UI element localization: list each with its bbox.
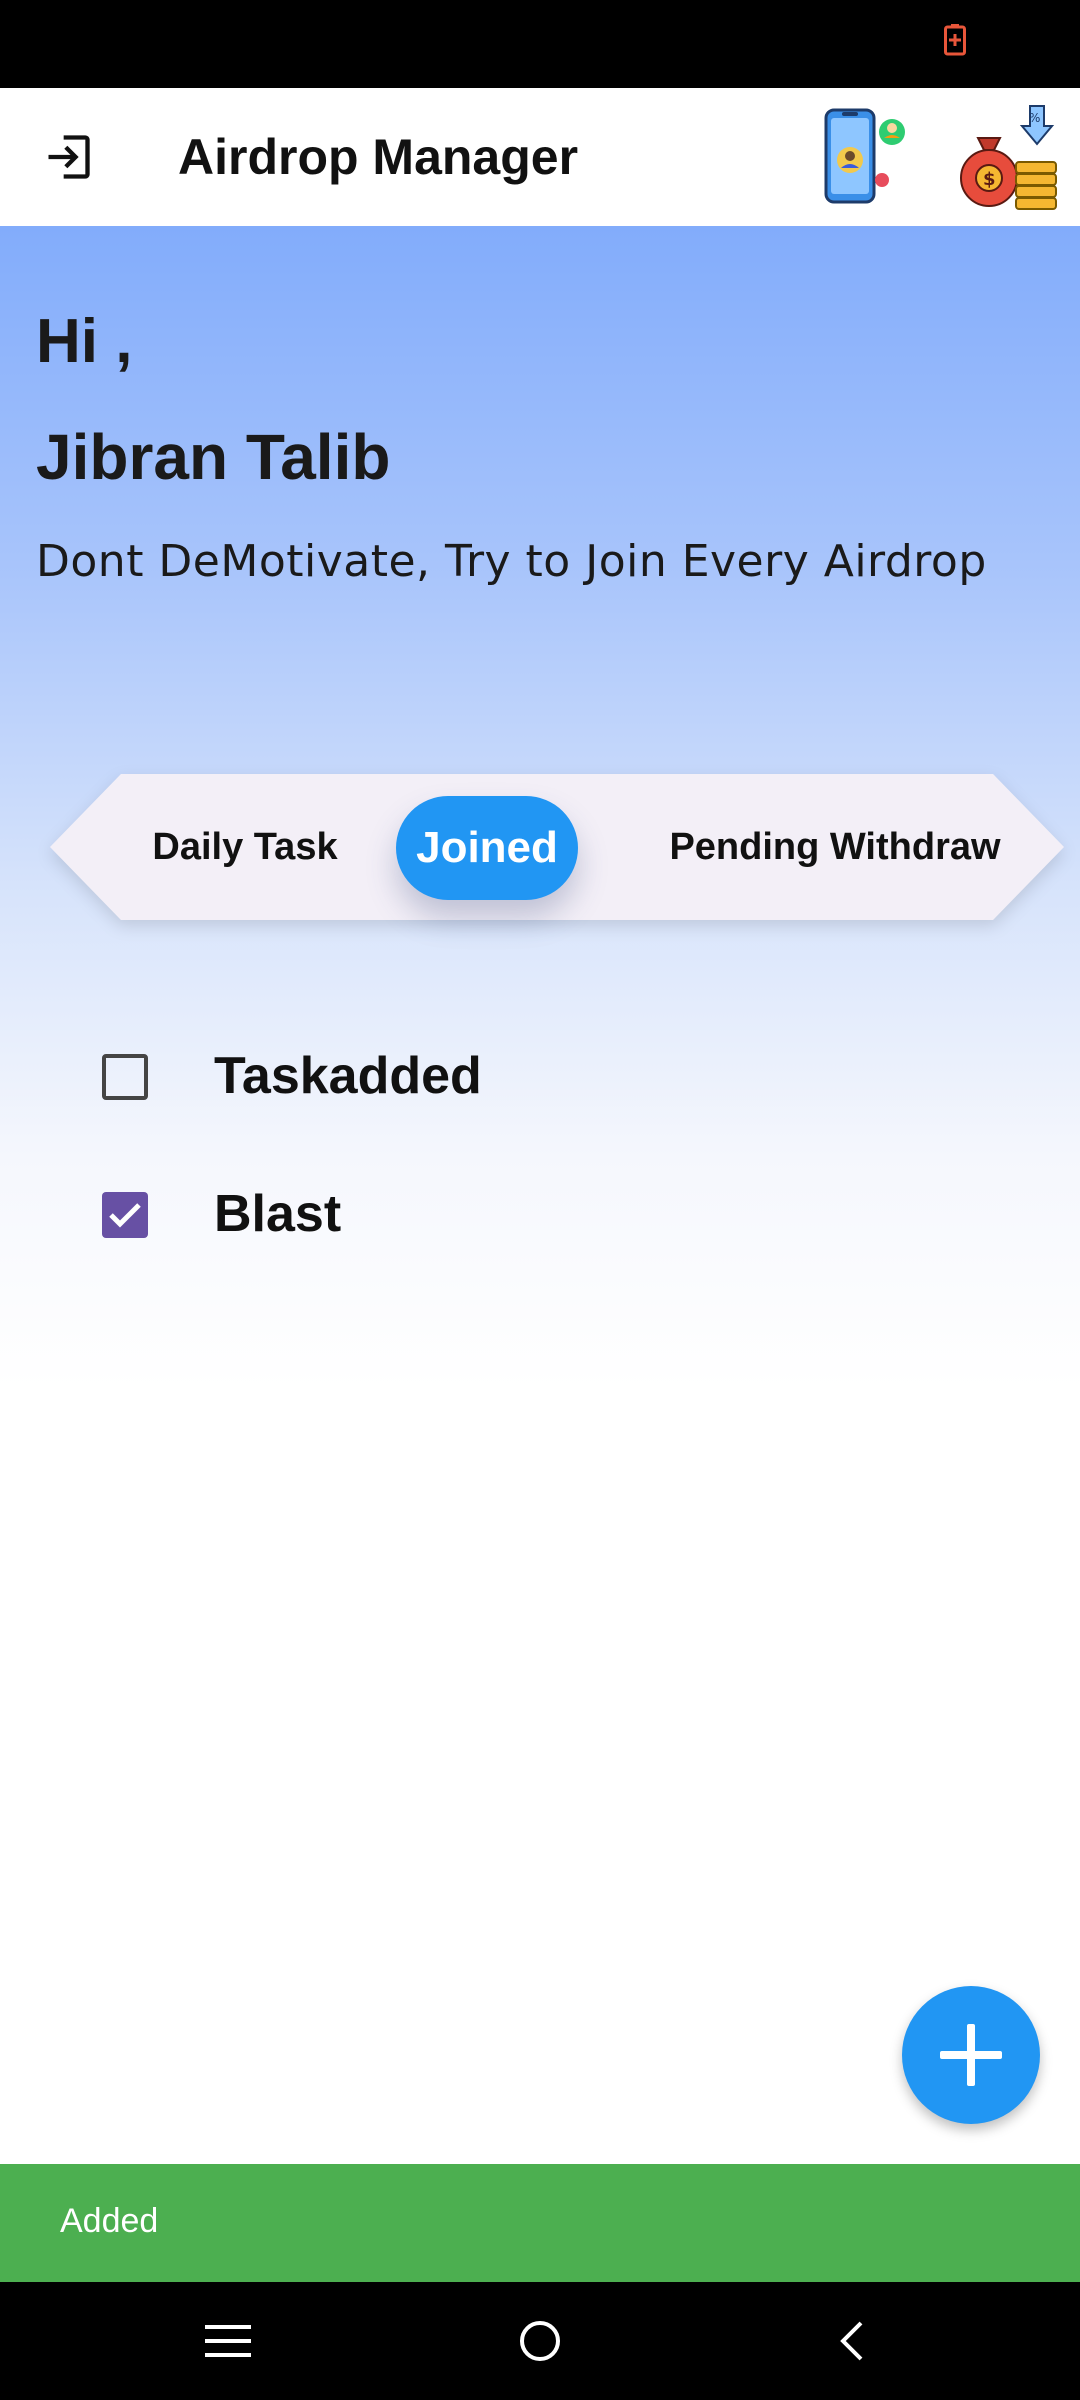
phone-user-button[interactable] [820, 106, 916, 206]
money-bag-button[interactable]: % $ [958, 104, 1062, 210]
menu-icon [205, 2325, 251, 2357]
task-checkbox-unchecked[interactable] [102, 1054, 148, 1100]
home-button[interactable] [500, 2306, 580, 2376]
task-label: Blast [214, 1185, 342, 1243]
tab-joined[interactable]: Joined [396, 796, 578, 900]
svg-text:$: $ [983, 169, 996, 190]
check-icon [109, 1203, 141, 1228]
system-nav-bar [0, 2282, 1080, 2400]
user-name: Jibran Talib [36, 421, 391, 493]
home-circle-icon [520, 2321, 560, 2361]
status-bar [0, 0, 1080, 88]
add-task-button[interactable] [902, 1986, 1040, 2124]
task-item[interactable]: Taskadded [0, 1024, 1080, 1134]
logout-button[interactable] [30, 122, 106, 192]
task-checkbox-checked[interactable] [102, 1192, 148, 1238]
logout-icon [48, 135, 90, 179]
task-label: Taskadded [214, 1047, 482, 1105]
greeting-text: Hi , [36, 307, 133, 376]
money-bag-icon: % $ [960, 105, 1057, 210]
main-content: Hi , Jibran Talib Dont DeMotivate, Try t… [0, 226, 1080, 2164]
motivation-text: Dont DeMotivate, Try to Join Every Airdr… [36, 536, 987, 587]
battery-low-icon [944, 24, 966, 56]
plus-icon [940, 2024, 1002, 2086]
task-item[interactable]: Blast [0, 1162, 1080, 1272]
tab-pending-withdraw[interactable]: Pending Withdraw [640, 774, 1030, 920]
phone-user-icon [824, 108, 905, 204]
back-button[interactable] [812, 2306, 892, 2376]
tab-daily-task[interactable]: Daily Task [140, 774, 350, 920]
svg-text:%: % [1029, 111, 1040, 125]
back-chevron-icon [840, 2321, 863, 2361]
recent-apps-button[interactable] [188, 2306, 268, 2376]
app-title: Airdrop Manager [178, 129, 579, 185]
snackbar-text: Added [60, 2202, 159, 2240]
app-bar: Airdrop Manager % $ [0, 88, 1080, 226]
snackbar: Added [0, 2164, 1080, 2282]
